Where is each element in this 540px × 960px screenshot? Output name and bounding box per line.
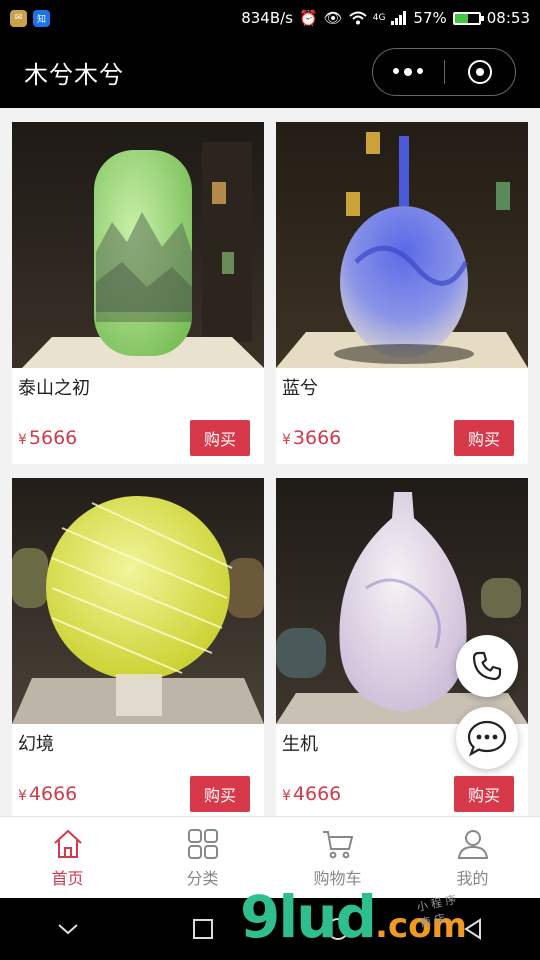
tab-label: 我的: [456, 868, 489, 888]
chat-button[interactable]: [456, 707, 518, 769]
product-image-green-vase[interactable]: [12, 122, 264, 368]
phone-icon: [472, 651, 502, 681]
nav-recent-button[interactable]: [188, 914, 218, 944]
home-icon: [53, 829, 82, 858]
battery-icon: [452, 11, 484, 25]
chevron-down-icon: [57, 924, 78, 935]
grid-icon: [187, 828, 218, 859]
wifi-icon: [349, 11, 367, 25]
user-icon: [457, 829, 488, 859]
net-speed: 834B/s: [241, 9, 293, 27]
tab-label: 首页: [51, 868, 84, 888]
product-price: ¥3666: [282, 427, 342, 449]
title-bar: 木兮木兮: [0, 36, 540, 108]
page-title: 木兮木兮: [24, 60, 124, 89]
chat-bubble-icon: [467, 720, 507, 757]
alarm-icon: ⏰: [298, 8, 318, 27]
square-icon: [192, 919, 213, 939]
tab-profile[interactable]: 我的: [405, 817, 540, 898]
cart-icon: [322, 830, 353, 858]
tab-home[interactable]: 首页: [0, 817, 135, 898]
mini-program-capsule: [372, 48, 516, 96]
nav-down-button[interactable]: [53, 914, 83, 944]
product-name: 幻境: [18, 734, 54, 755]
buy-button[interactable]: 购买: [190, 776, 250, 812]
product-price: ¥5666: [18, 427, 78, 449]
battery-percent: 57%: [413, 9, 447, 27]
zhihu-icon: 知: [33, 9, 50, 27]
product-image-yellow-sphere[interactable]: [12, 478, 264, 724]
clock-time: 08:53: [486, 9, 530, 27]
product-name: 蓝兮: [282, 378, 318, 399]
more-dots-icon: [393, 68, 424, 76]
buy-button[interactable]: 购买: [454, 776, 514, 812]
mail-icon: ✉: [10, 9, 27, 27]
product-image-blue-vase[interactable]: [276, 122, 528, 368]
buy-button[interactable]: 购买: [190, 420, 250, 456]
signal-icon: [391, 11, 407, 25]
product-name: 泰山之初: [18, 378, 90, 399]
more-button[interactable]: [373, 49, 444, 95]
network-type: 4G: [372, 12, 386, 23]
phone-button[interactable]: [456, 635, 518, 697]
app-screen: ✉ 知 834B/s ⏰ 👁 4G 57% 08:53 木兮木兮 泰山之初 ¥ …: [0, 0, 540, 960]
product-card[interactable]: 泰山之初 ¥5666 购买: [12, 122, 264, 464]
product-price: ¥4666: [282, 783, 342, 805]
tab-label: 分类: [186, 868, 219, 888]
watermark-main: 9lud: [240, 883, 377, 951]
product-price: ¥4666: [18, 783, 78, 805]
product-card[interactable]: 蓝兮 ¥3666 购买: [276, 122, 528, 464]
status-bar: ✉ 知 834B/s ⏰ 👁 4G 57% 08:53: [0, 0, 540, 36]
watermark: 9lud .com 小 程 序 商 店: [240, 888, 467, 946]
product-grid: 泰山之初 ¥5666 购买 蓝兮 ¥ 3666 购买 幻境 ¥ 4666 购买 …: [0, 108, 540, 816]
target-circle-icon: [467, 60, 492, 84]
product-card[interactable]: 幻境 ¥4666 购买: [12, 478, 264, 816]
close-button[interactable]: [445, 49, 516, 95]
buy-button[interactable]: 购买: [454, 420, 514, 456]
eye-icon: 👁: [323, 8, 343, 27]
